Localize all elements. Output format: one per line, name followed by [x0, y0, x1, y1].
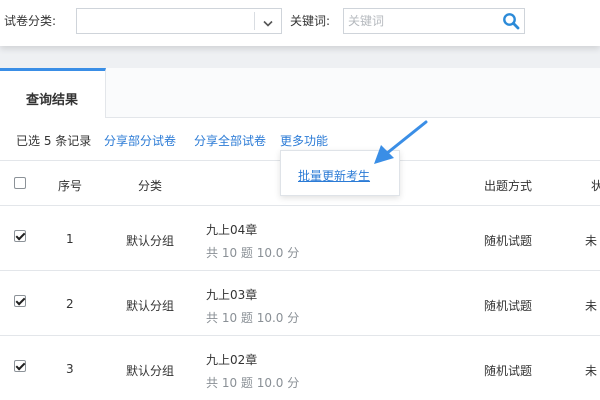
tab-label: 查询结果 — [26, 93, 79, 108]
row-number: 3 — [66, 362, 74, 376]
header-number: 序号 — [58, 179, 83, 193]
table-row: 1 默认分组 九上04章 共 10 题 10.0 分 随机试题 未 — [0, 206, 600, 271]
callout-arrow-icon — [366, 118, 432, 173]
row-status: 未 — [585, 299, 598, 313]
row-summary: 共 10 题 10.0 分 — [206, 246, 300, 260]
row-category: 默认分组 — [126, 299, 175, 313]
row-method: 随机试题 — [484, 364, 533, 378]
filter-bar: 试卷分类: 关键词: — [0, 0, 600, 46]
row-status: 未 — [585, 364, 598, 378]
header-status: 状 — [591, 179, 600, 193]
row-method: 随机试题 — [484, 299, 533, 313]
row-category: 默认分组 — [126, 234, 175, 248]
select-all-checkbox[interactable] — [14, 177, 26, 189]
batch-update-examinees-item[interactable]: 批量更新考生 — [298, 167, 370, 184]
row-method: 随机试题 — [484, 234, 533, 248]
keyword-input[interactable] — [348, 12, 496, 30]
row-status: 未 — [585, 234, 598, 248]
row-checkbox[interactable] — [14, 295, 26, 307]
row-checkbox[interactable] — [14, 230, 26, 242]
row-category: 默认分组 — [126, 364, 175, 378]
search-icon[interactable] — [502, 12, 520, 33]
table-row: 3 默认分组 九上02章 共 10 题 10.0 分 随机试题 未 — [0, 336, 600, 400]
tab-query-results[interactable]: 查询结果 — [0, 68, 106, 118]
category-label: 试卷分类: — [4, 14, 57, 28]
keyword-search-box[interactable] — [343, 8, 525, 34]
share-all-link[interactable]: 分享全部试卷 — [194, 132, 266, 149]
select-divider — [254, 12, 255, 30]
tab-bar: 查询结果 — [0, 68, 600, 118]
selected-count: 已选 5 条记录 — [16, 134, 92, 148]
row-title[interactable]: 九上03章 — [206, 286, 257, 303]
table-row: 2 默认分组 九上03章 共 10 题 10.0 分 随机试题 未 — [0, 271, 600, 336]
more-functions-link[interactable]: 更多功能 — [280, 132, 328, 149]
header-category: 分类 — [138, 179, 163, 193]
row-title[interactable]: 九上04章 — [206, 221, 257, 238]
row-summary: 共 10 题 10.0 分 — [206, 311, 300, 325]
keyword-label: 关键词: — [290, 14, 331, 28]
row-summary: 共 10 题 10.0 分 — [206, 376, 300, 390]
row-number: 2 — [66, 297, 74, 311]
category-select[interactable] — [76, 8, 282, 34]
header-method: 出题方式 — [484, 179, 533, 193]
row-number: 1 — [66, 232, 74, 246]
row-checkbox[interactable] — [14, 360, 26, 372]
row-title[interactable]: 九上02章 — [206, 351, 257, 368]
share-partial-link[interactable]: 分享部分试卷 — [104, 132, 176, 149]
chevron-down-icon[interactable] — [263, 17, 273, 31]
section-gap — [0, 46, 600, 68]
